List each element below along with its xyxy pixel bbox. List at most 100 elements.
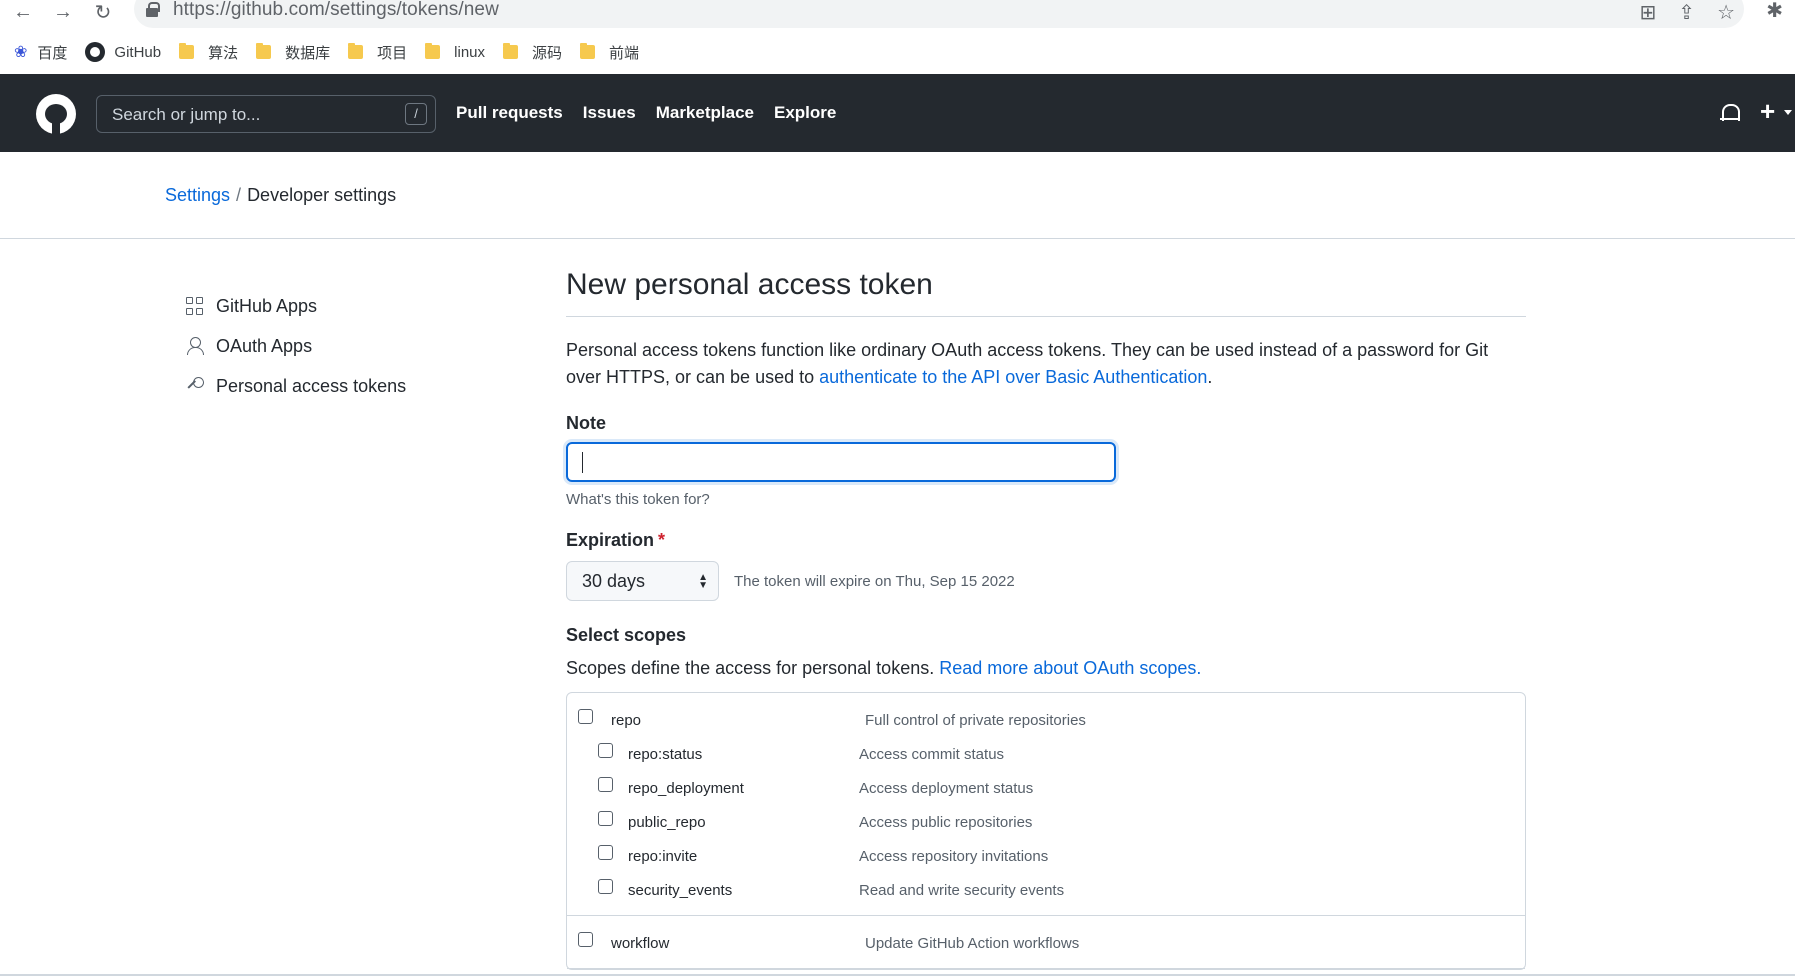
folder-icon xyxy=(179,43,195,59)
reload-icon[interactable]: ↻ xyxy=(92,0,114,25)
bookmark-folder-frontend[interactable]: 前端 xyxy=(580,42,639,63)
bookmark-label: 前端 xyxy=(609,44,640,62)
nav-marketplace[interactable]: Marketplace xyxy=(656,103,754,123)
bookmark-folder-source[interactable]: 源码 xyxy=(503,42,562,63)
scope-name: security_events xyxy=(628,881,733,899)
bookmark-label: linux xyxy=(454,43,486,61)
bookmark-folder-project[interactable]: 项目 xyxy=(348,42,407,63)
scope-group-workflow: workflow Update GitHub Action workflows xyxy=(567,916,1525,969)
scope-description: Access public repositories xyxy=(859,813,1033,831)
top-nav: Pull requests Issues Marketplace Explore xyxy=(456,103,836,123)
sidebar-item-oauth-apps[interactable]: OAuth Apps xyxy=(186,326,406,366)
note-input[interactable] xyxy=(566,442,1116,482)
folder-icon xyxy=(503,43,519,59)
bookmark-label: 项目 xyxy=(377,44,408,62)
nav-pull-requests[interactable]: Pull requests xyxy=(456,103,563,123)
star-icon[interactable]: ☆ xyxy=(1717,0,1735,25)
search-placeholder: Search or jump to... xyxy=(112,105,261,124)
bookmark-github[interactable]: GitHub xyxy=(85,42,161,62)
bookmark-folder-linux[interactable]: linux xyxy=(425,43,486,61)
scope-row: repo:status Access commit status xyxy=(567,737,1525,771)
bookmark-folder-algo[interactable]: 算法 xyxy=(179,42,238,63)
key-icon xyxy=(186,377,204,395)
bookmark-baidu[interactable]: ❀ 百度 xyxy=(14,42,67,63)
sidebar-item-label: Personal access tokens xyxy=(216,375,407,396)
scope-description: Full control of private repositories xyxy=(865,711,1086,729)
scope-name: public_repo xyxy=(628,813,706,831)
note-hint: What's this token for? xyxy=(566,491,710,508)
person-icon xyxy=(186,337,204,355)
scope-row: repo:invite Access repository invitation… xyxy=(567,839,1525,873)
sidebar-item-label: OAuth Apps xyxy=(216,335,313,356)
search-input[interactable]: Search or jump to... / xyxy=(96,95,436,133)
expiration-select[interactable]: 30 days ▲ ▼ xyxy=(566,561,719,601)
scope-checkbox[interactable] xyxy=(598,742,613,758)
breadcrumb-settings-link[interactable]: Settings xyxy=(165,185,230,205)
github-icon xyxy=(85,42,106,62)
url-text[interactable]: https://github.com/settings/tokens/new xyxy=(173,0,499,21)
scope-description: Access repository invitations xyxy=(859,847,1049,865)
scope-row: public_repo Access public repositories xyxy=(567,805,1525,839)
scopes-label: Select scopes xyxy=(566,625,687,645)
note-label: Note xyxy=(566,413,606,433)
plus-icon[interactable]: + xyxy=(1760,96,1775,127)
scope-checkbox[interactable] xyxy=(598,810,613,826)
chevron-down-icon[interactable] xyxy=(1784,110,1792,115)
github-logo-icon[interactable] xyxy=(36,94,76,134)
scope-row: repo_deployment Access deployment status xyxy=(567,771,1525,805)
scope-row: workflow Update GitHub Action workflows xyxy=(567,926,1525,960)
share-icon[interactable]: ⇪ xyxy=(1678,0,1695,25)
developer-settings-sidebar: GitHub Apps OAuth Apps Personal access t… xyxy=(186,286,406,406)
text-cursor xyxy=(582,452,583,473)
extensions-icon[interactable]: ✱ xyxy=(1766,0,1783,23)
translate-icon[interactable]: ⊞ xyxy=(1640,0,1657,25)
nav-issues[interactable]: Issues xyxy=(583,103,636,123)
folder-icon xyxy=(425,43,441,59)
folder-icon xyxy=(580,43,596,59)
scope-checkbox[interactable] xyxy=(578,708,593,724)
bookmark-folder-db[interactable]: 数据库 xyxy=(256,42,330,63)
scopes-desc-text: Scopes define the access for personal to… xyxy=(566,658,940,678)
breadcrumb: Settings / Developer settings xyxy=(165,185,396,206)
scope-name: repo:invite xyxy=(628,847,698,865)
scope-checkbox[interactable] xyxy=(598,844,613,860)
scope-checkbox[interactable] xyxy=(598,878,613,894)
breadcrumb-separator: / xyxy=(236,185,242,205)
basic-auth-link[interactable]: authenticate to the API over Basic Authe… xyxy=(819,367,1207,387)
baidu-paw-icon: ❀ xyxy=(14,44,28,61)
main-content: New personal access token Personal acces… xyxy=(566,268,1526,970)
bookmark-label: 算法 xyxy=(208,44,239,62)
sidebar-item-github-apps[interactable]: GitHub Apps xyxy=(186,286,406,326)
breadcrumb-divider xyxy=(0,238,1795,239)
scope-description: Update GitHub Action workflows xyxy=(865,934,1080,952)
intro-end: . xyxy=(1207,367,1213,387)
scope-description: Access commit status xyxy=(859,745,1005,763)
bell-icon[interactable] xyxy=(1720,104,1740,124)
required-marker: * xyxy=(658,530,666,550)
intro-paragraph: Personal access tokens function like ord… xyxy=(566,337,1506,391)
scope-description: Read and write security events xyxy=(859,881,1065,899)
oauth-scopes-link[interactable]: Read more about OAuth scopes. xyxy=(939,658,1201,678)
expiration-label-text: Expiration xyxy=(566,530,655,550)
sidebar-item-personal-access-tokens[interactable]: Personal access tokens xyxy=(186,366,406,406)
scope-checkbox[interactable] xyxy=(578,931,593,947)
breadcrumb-current: Developer settings xyxy=(247,185,397,205)
browser-nav-buttons: ← → ↻ xyxy=(12,0,114,24)
nav-explore[interactable]: Explore xyxy=(774,103,836,123)
omnibox-actions: ⊞ ⇪ ☆ xyxy=(1640,0,1735,25)
scope-description: Access deployment status xyxy=(859,779,1034,797)
browser-chrome: ← → ↻ https://github.com/settings/tokens… xyxy=(0,0,1795,74)
github-header: Search or jump to... / Pull requests Iss… xyxy=(0,74,1795,152)
scope-name: workflow xyxy=(611,934,670,952)
scope-name: repo xyxy=(611,711,642,729)
bookmark-label: 百度 xyxy=(37,44,68,62)
search-shortcut-key: / xyxy=(405,103,427,125)
scope-row: security_events Read and write security … xyxy=(567,873,1525,907)
scope-row: repo Full control of private repositorie… xyxy=(567,703,1525,737)
lock-icon[interactable] xyxy=(146,2,160,17)
back-icon[interactable]: ← xyxy=(12,1,34,24)
expiration-row: 30 days ▲ ▼ The token will expire on Thu,… xyxy=(566,561,1526,601)
forward-icon[interactable]: → xyxy=(52,1,74,24)
expiration-date-text: The token will expire on Thu, Sep 15 202… xyxy=(734,572,1015,590)
scope-checkbox[interactable] xyxy=(598,776,613,792)
